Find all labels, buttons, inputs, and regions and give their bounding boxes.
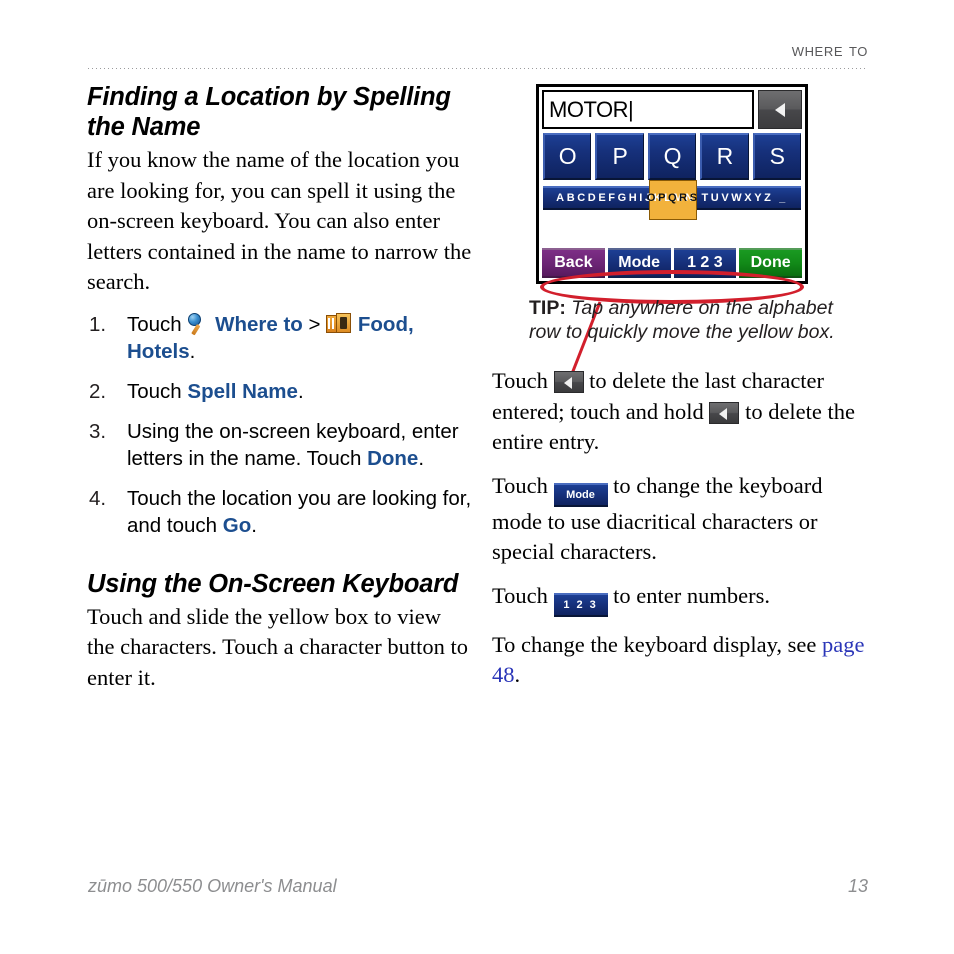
- numbers-button-icon: 1 2 3: [553, 592, 608, 617]
- para2-part-a: Touch: [492, 472, 554, 498]
- list-item: 3. Using the on-screen keyboard, enter l…: [87, 418, 472, 472]
- header-dotted-rule: [88, 68, 868, 69]
- search-icon: [187, 312, 209, 335]
- step-number: 3.: [89, 419, 107, 443]
- tip-label: TIP:: [529, 297, 566, 319]
- backspace-triangle-icon: [775, 102, 785, 117]
- left-column: Finding a Location by Spelling the Name …: [87, 82, 472, 706]
- section-heading-using-keyboard: Using the On-Screen Keyboard: [87, 569, 459, 598]
- step-number: 1.: [89, 312, 107, 336]
- backspace-button[interactable]: [758, 90, 802, 129]
- step-separator: >: [302, 312, 327, 336]
- backspace-icon: [709, 401, 740, 424]
- tip-text: Tap anywhere on the alphabet row to quic…: [529, 297, 835, 343]
- search-input[interactable]: MOTOR|: [542, 90, 754, 129]
- running-head-text: Where To: [791, 40, 868, 61]
- right-column: Touch to delete the last character enter…: [492, 366, 870, 704]
- search-input-value: MOTOR|: [549, 96, 634, 122]
- step-text-suffix: .: [189, 339, 196, 363]
- para3-part-a: Touch: [492, 582, 554, 608]
- ui-term-spell-name: Spell Name: [187, 379, 298, 403]
- device-button-row: Back Mode 1 2 3 Done: [542, 248, 802, 278]
- keyboard-paragraph: Touch and slide the yellow box to view t…: [87, 603, 468, 690]
- ui-term-go: Go: [222, 513, 252, 537]
- backspace-icon: [553, 371, 584, 393]
- key-p[interactable]: P: [595, 133, 644, 180]
- list-item: 4. Touch the location you are looking fo…: [87, 485, 472, 539]
- para3-part-b: to enter numbers.: [607, 582, 771, 608]
- mode-button-icon: Mode: [553, 482, 608, 507]
- mode-button[interactable]: Mode: [607, 248, 671, 278]
- manual-page: Where To Finding a Location by Spelling …: [0, 0, 954, 954]
- step-text-prefix: Touch: [127, 379, 188, 403]
- back-button[interactable]: Back: [542, 248, 605, 278]
- step-number: 2.: [89, 379, 107, 403]
- numbers-button[interactable]: 1 2 3: [673, 248, 737, 278]
- para4-part-a: To change the keyboard display, see: [492, 631, 822, 657]
- list-item: 1. Touch Where to > Food, Hotels.: [87, 311, 472, 365]
- key-o[interactable]: O: [543, 133, 592, 180]
- step-text-prefix: Touch: [127, 312, 188, 336]
- food-hotels-icon: [326, 312, 352, 335]
- key-r[interactable]: R: [700, 133, 749, 180]
- step-text-suffix: .: [297, 379, 304, 403]
- step-text-suffix: .: [418, 446, 425, 470]
- intro-paragraph: If you know the name of the location you…: [87, 147, 472, 294]
- paragraph-numbers: Touch 1 2 3 to enter numbers.: [492, 581, 870, 617]
- device-entry-row: MOTOR|: [539, 87, 805, 129]
- ui-term-where-to: Where to: [215, 312, 303, 336]
- alphabet-highlight-letters: OPQRS: [646, 192, 700, 204]
- para1-part-a: Touch: [492, 368, 554, 393]
- page-number: 13: [847, 876, 868, 896]
- device-alphabet-zone: ABCDEFGHIJKLMN TUVWXYZ _ OPQRS: [539, 180, 805, 220]
- step-text-prefix: Touch the location you are looking for, …: [127, 486, 472, 537]
- device-screen: MOTOR| O P Q R S ABCDEFGHIJKLMN TUVWXYZ …: [536, 84, 808, 284]
- key-q[interactable]: Q: [647, 133, 697, 180]
- alphabet-row[interactable]: ABCDEFGHIJKLMN TUVWXYZ _ OPQRS: [543, 180, 801, 220]
- running-head: Where To: [88, 40, 868, 62]
- device-screenshot-figure: MOTOR| O P Q R S ABCDEFGHIJKLMN TUVWXYZ …: [536, 84, 812, 385]
- paragraph-delete: Touch to delete the last character enter…: [492, 366, 870, 458]
- step-text-suffix: .: [251, 513, 257, 537]
- paragraph-display: To change the keyboard display, see page…: [492, 630, 870, 691]
- footer-title: zūmo 500/550 Owner's Manual: [88, 876, 337, 896]
- ui-term-done: Done: [367, 446, 419, 470]
- device-key-row: O P Q R S: [539, 129, 805, 180]
- section-heading-finding-location: Finding a Location by Spelling the Name: [87, 83, 451, 141]
- page-footer: zūmo 500/550 Owner's Manual 13: [88, 876, 868, 897]
- step-number: 4.: [89, 486, 107, 510]
- done-button[interactable]: Done: [739, 248, 802, 278]
- list-item: 2. Touch Spell Name.: [87, 378, 472, 405]
- paragraph-mode: Touch Mode to change the keyboard mode t…: [492, 471, 870, 568]
- tip-callout: TIP: Tap anywhere on the alphabet row to…: [529, 296, 869, 344]
- numbered-steps-list: 1. Touch Where to > Food, Hotels. 2. Tou…: [87, 311, 472, 539]
- para4-part-b: .: [514, 662, 521, 687]
- key-s[interactable]: S: [752, 133, 802, 180]
